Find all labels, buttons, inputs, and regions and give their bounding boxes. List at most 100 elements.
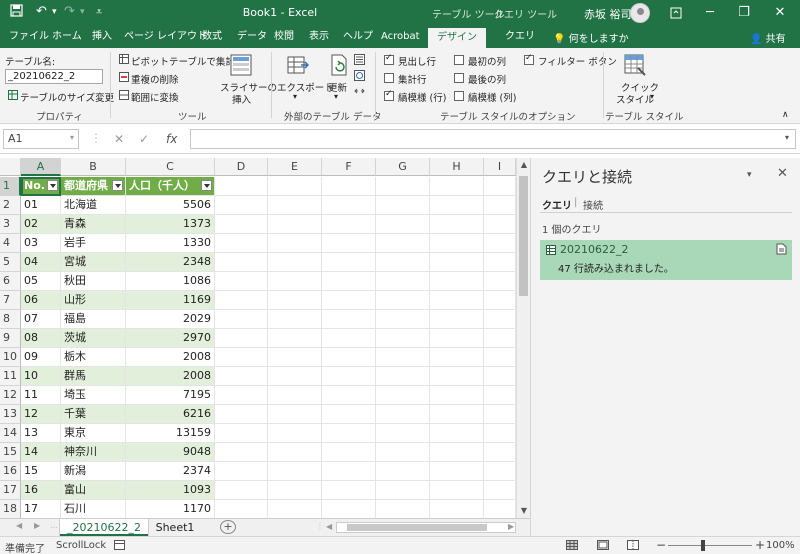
empty-cell[interactable] — [215, 196, 268, 215]
row-header-12[interactable]: 12 — [0, 386, 21, 405]
empty-cell[interactable] — [484, 405, 516, 424]
table-cell[interactable]: 2008 — [126, 367, 215, 386]
tab-page-layout[interactable]: ページ レイアウト — [124, 26, 207, 48]
empty-cell[interactable] — [215, 329, 268, 348]
hscroll-left-icon[interactable]: ◀ — [326, 522, 332, 531]
empty-cell[interactable] — [322, 253, 376, 272]
row-header-11[interactable]: 11 — [0, 367, 21, 386]
empty-cell[interactable] — [268, 329, 322, 348]
column-header-a[interactable]: A — [21, 158, 61, 176]
row-header-10[interactable]: 10 — [0, 348, 21, 367]
ribbon-display-options-icon[interactable] — [662, 3, 690, 23]
first-column-checkbox[interactable] — [454, 55, 464, 65]
table-cell[interactable]: 石川 — [61, 500, 126, 518]
banded-columns-checkbox[interactable] — [454, 91, 464, 101]
new-sheet-button[interactable]: + — [220, 520, 236, 534]
empty-cell[interactable] — [484, 177, 516, 196]
page-layout-view-icon[interactable] — [597, 540, 609, 553]
filter-button-checkbox[interactable] — [524, 53, 534, 65]
empty-cell[interactable] — [268, 196, 322, 215]
empty-cell[interactable] — [430, 462, 484, 481]
zoom-slider[interactable] — [668, 545, 752, 546]
export-button[interactable]: エクスポート — [277, 80, 334, 94]
empty-cell[interactable] — [376, 329, 430, 348]
convert-to-range-button[interactable]: 範囲に変換 — [131, 90, 179, 104]
table-cell[interactable]: 千葉 — [61, 405, 126, 424]
table-cell[interactable]: 群馬 — [61, 367, 126, 386]
empty-cell[interactable] — [430, 348, 484, 367]
row-header-6[interactable]: 6 — [0, 272, 21, 291]
table-cell[interactable]: 08 — [21, 329, 61, 348]
properties-icon[interactable] — [354, 54, 365, 68]
empty-cell[interactable] — [376, 215, 430, 234]
table-cell[interactable]: 埼玉 — [61, 386, 126, 405]
table-cell[interactable]: 05 — [21, 272, 61, 291]
empty-cell[interactable] — [484, 215, 516, 234]
table-cell[interactable]: 14 — [21, 443, 61, 462]
zoom-out-icon[interactable]: − — [656, 538, 666, 552]
empty-cell[interactable] — [484, 310, 516, 329]
row-header-4[interactable]: 4 — [0, 234, 21, 253]
filter-dropdown-icon[interactable] — [112, 180, 123, 191]
empty-cell[interactable] — [322, 462, 376, 481]
page-break-view-icon[interactable] — [627, 540, 639, 553]
scroll-down-icon[interactable]: ▼ — [517, 504, 531, 518]
row-header-2[interactable]: 2 — [0, 196, 21, 215]
row-header-9[interactable]: 9 — [0, 329, 21, 348]
empty-cell[interactable] — [322, 310, 376, 329]
empty-cell[interactable] — [322, 196, 376, 215]
row-header-7[interactable]: 7 — [0, 291, 21, 310]
empty-cell[interactable] — [322, 272, 376, 291]
empty-cell[interactable] — [430, 253, 484, 272]
row-header-3[interactable]: 3 — [0, 215, 21, 234]
empty-cell[interactable] — [484, 348, 516, 367]
table-cell[interactable]: 1169 — [126, 291, 215, 310]
empty-cell[interactable] — [268, 291, 322, 310]
empty-cell[interactable] — [376, 234, 430, 253]
row-header-5[interactable]: 5 — [0, 253, 21, 272]
tab-view[interactable]: 表示 — [309, 26, 329, 48]
empty-cell[interactable] — [215, 215, 268, 234]
empty-cell[interactable] — [215, 424, 268, 443]
row-header-17[interactable]: 17 — [0, 481, 21, 500]
table-cell[interactable]: 17 — [21, 500, 61, 518]
empty-cell[interactable] — [430, 272, 484, 291]
query-preview-icon[interactable] — [776, 243, 787, 258]
empty-cell[interactable] — [215, 481, 268, 500]
table-cell[interactable]: 12 — [21, 405, 61, 424]
worksheet-grid[interactable]: ABCDEFGHI 12345678910111213141516171819 … — [0, 158, 516, 518]
empty-cell[interactable] — [322, 367, 376, 386]
column-header-i[interactable]: I — [484, 158, 516, 176]
pane-tab-connections[interactable]: 接続 — [583, 197, 603, 212]
avatar[interactable] — [630, 3, 650, 23]
empty-cell[interactable] — [268, 500, 322, 518]
empty-cell[interactable] — [322, 424, 376, 443]
empty-cell[interactable] — [215, 367, 268, 386]
empty-cell[interactable] — [484, 291, 516, 310]
vertical-scroll-thumb[interactable] — [519, 176, 528, 296]
table-cell[interactable]: 秋田 — [61, 272, 126, 291]
query-item[interactable]: 20210622_2 47 行読み込まれました。 — [540, 240, 792, 280]
empty-cell[interactable] — [430, 481, 484, 500]
empty-cell[interactable] — [376, 367, 430, 386]
open-in-browser-icon[interactable] — [354, 70, 365, 84]
formula-bar-splitter-icon[interactable]: ⋮ — [90, 131, 102, 145]
empty-cell[interactable] — [430, 500, 484, 518]
empty-cell[interactable] — [484, 253, 516, 272]
table-cell[interactable]: 1086 — [126, 272, 215, 291]
empty-cell[interactable] — [430, 215, 484, 234]
header-row-checkbox[interactable] — [384, 53, 394, 65]
table-cell[interactable]: 6216 — [126, 405, 215, 424]
empty-cell[interactable] — [322, 348, 376, 367]
empty-cell[interactable] — [268, 386, 322, 405]
empty-cell[interactable] — [215, 405, 268, 424]
zoom-in-icon[interactable]: + — [755, 538, 765, 552]
empty-cell[interactable] — [376, 405, 430, 424]
zoom-slider-thumb[interactable] — [701, 540, 705, 551]
table-cell[interactable]: 04 — [21, 253, 61, 272]
unlink-icon[interactable] — [354, 86, 365, 100]
empty-cell[interactable] — [268, 215, 322, 234]
share-button[interactable]: 👤 共有 — [750, 30, 786, 45]
table-cell[interactable]: 茨城 — [61, 329, 126, 348]
empty-cell[interactable] — [430, 367, 484, 386]
